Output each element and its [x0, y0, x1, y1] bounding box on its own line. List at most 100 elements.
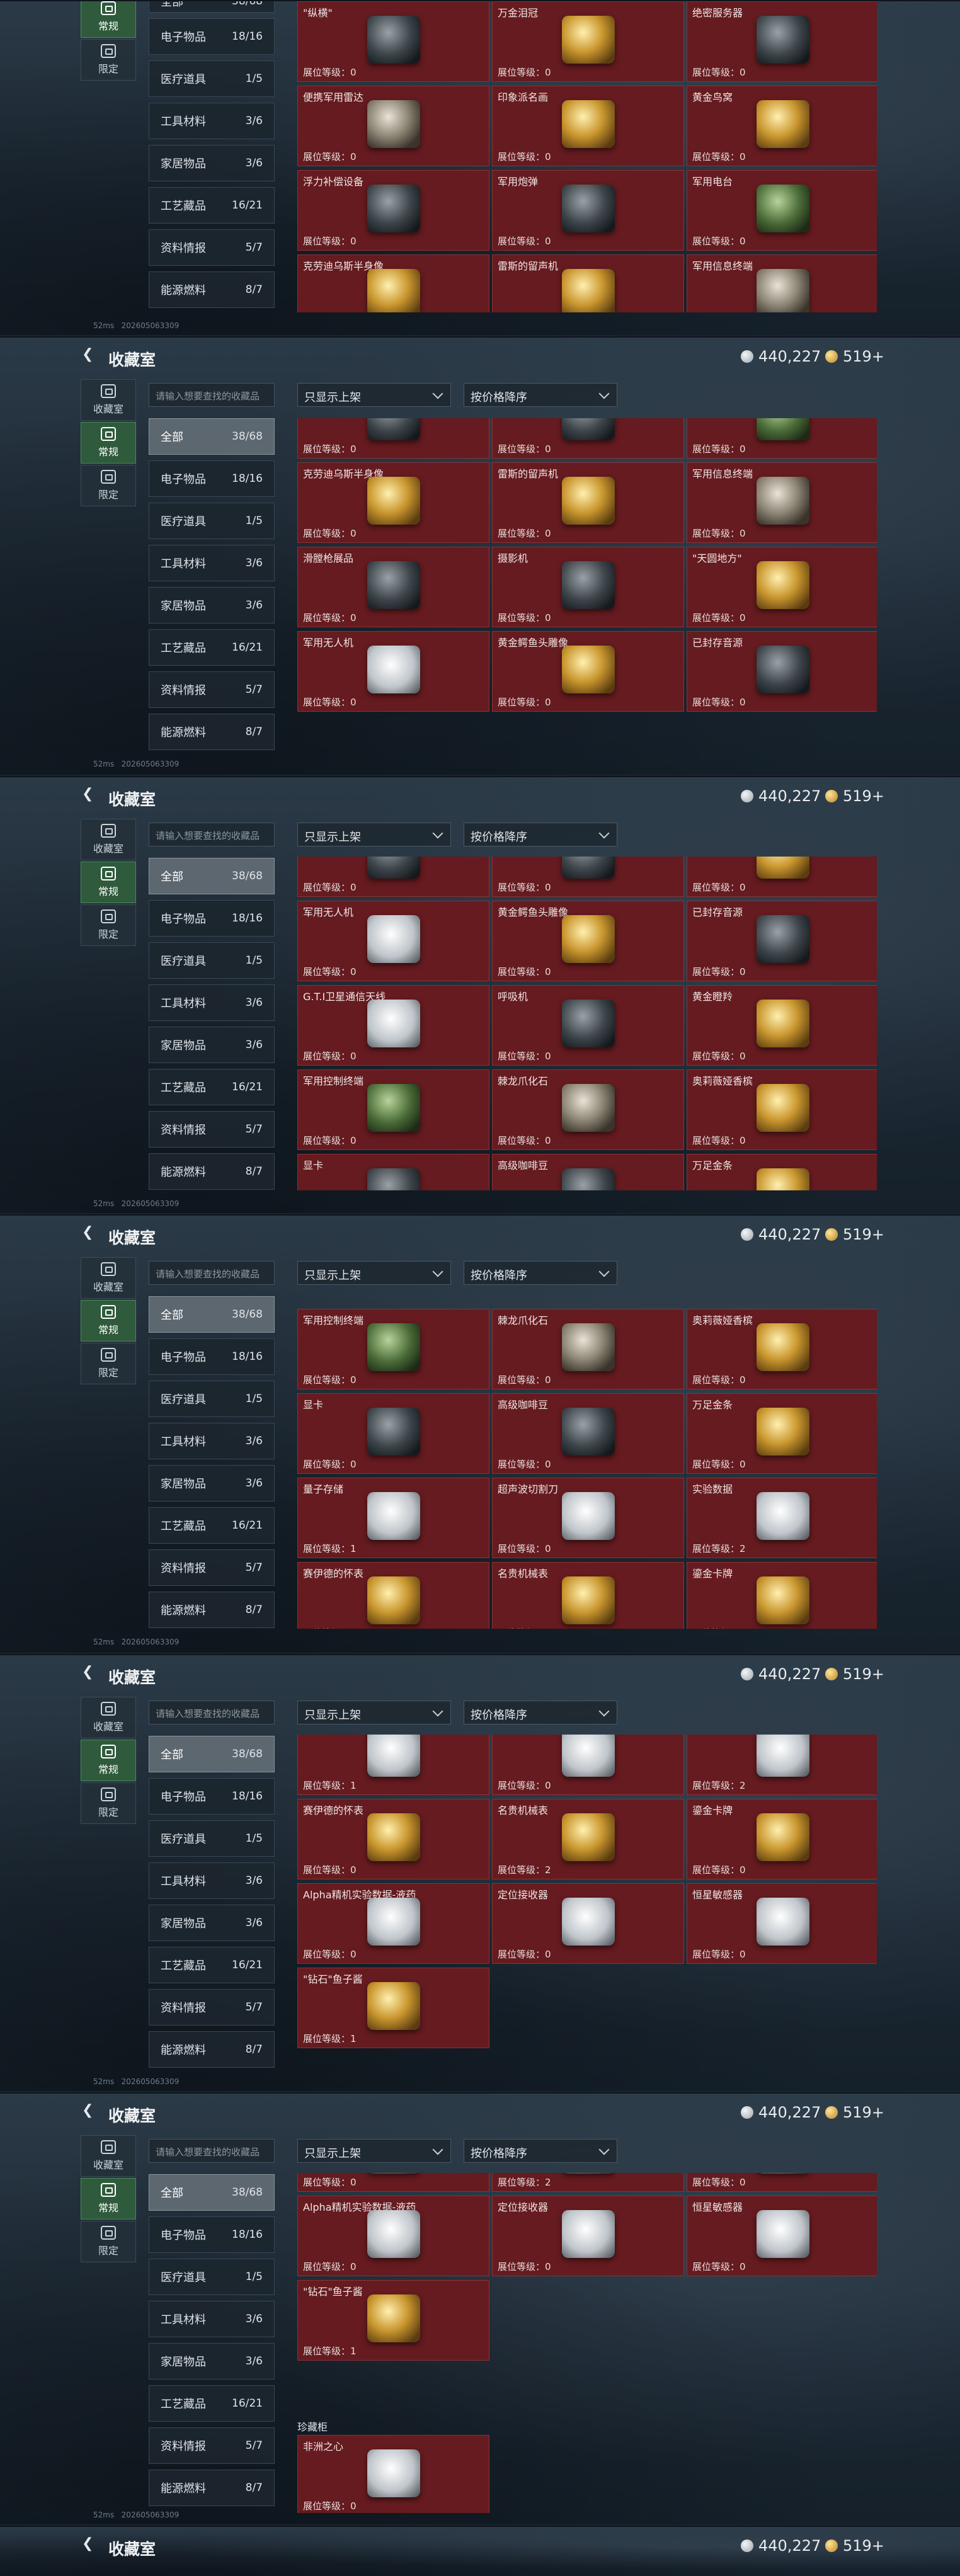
- item-card[interactable]: 克劳迪乌斯半身像展位等级：0: [297, 254, 489, 312]
- item-card[interactable]: 非洲之心 展位等级：0: [297, 2435, 489, 2513]
- search-input[interactable]: 请输入想要查找的收藏品: [149, 1701, 275, 1724]
- item-card[interactable]: 显卡展位等级：0: [297, 1154, 489, 1190]
- category-crafts[interactable]: 工艺藏品 16/21: [149, 629, 275, 666]
- category-electronics[interactable]: 电子物品 18/16: [149, 1338, 275, 1375]
- tab-collection[interactable]: 收藏室: [81, 1697, 136, 1738]
- item-card[interactable]: 军用控制终端 展位等级：0: [297, 1309, 489, 1389]
- item-card[interactable]: 军用无人机 展位等级：0: [297, 631, 489, 712]
- item-card[interactable]: 滑膛枪展品展位等级：0: [297, 857, 489, 897]
- item-card[interactable]: 高级咖啡豆展位等级：0: [492, 1393, 684, 1474]
- item-card[interactable]: 显卡展位等级：0: [297, 1393, 489, 1474]
- item-card[interactable]: 呼吸机 展位等级：0: [492, 985, 684, 1066]
- category-home[interactable]: 家居物品 3/6: [149, 587, 275, 624]
- back-arrow-icon[interactable]: ❮: [82, 2536, 93, 2551]
- item-card[interactable]: 已封存音源 展位等级：0: [687, 901, 877, 981]
- tab-collection[interactable]: 收藏室: [81, 819, 136, 860]
- category-home[interactable]: 家居物品 3/6: [149, 1465, 275, 1502]
- category-electronics[interactable]: 电子物品 18/16: [149, 460, 275, 497]
- category-crafts[interactable]: 工艺藏品 16/21: [149, 1069, 275, 1105]
- item-card[interactable]: 军用炮弹展位等级：0: [492, 170, 684, 251]
- back-arrow-icon[interactable]: ❮: [82, 1664, 93, 1680]
- sort-dropdown[interactable]: 按价格降序: [464, 1701, 617, 1724]
- category-all[interactable]: 全部 38/68: [149, 1, 275, 13]
- category-medical[interactable]: 医疗道具 1/5: [149, 2259, 275, 2295]
- category-intel[interactable]: 资料情报 5/7: [149, 2427, 275, 2464]
- item-card[interactable]: 便携军用雷达 展位等级：0: [297, 86, 489, 166]
- item-card[interactable]: 军用无人机 展位等级：0: [297, 901, 489, 981]
- back-arrow-icon[interactable]: ❮: [82, 346, 93, 362]
- item-card[interactable]: 实验数据展位等级：2: [687, 1735, 877, 1795]
- item-card[interactable]: 量子存储展位等级：1: [297, 1478, 489, 1558]
- item-card[interactable]: Alpha精机实验数据-液药 展位等级：0: [297, 1883, 489, 1964]
- item-card[interactable]: 赛伊德的怀表展位等级：0: [297, 1562, 489, 1629]
- category-crafts[interactable]: 工艺藏品 16/21: [149, 1947, 275, 1983]
- item-card[interactable]: 军用炮弹展位等级：0: [492, 418, 684, 459]
- category-crafts[interactable]: 工艺藏品 16/21: [149, 2385, 275, 2422]
- item-card[interactable]: 浮力补偿设备展位等级：0: [297, 418, 489, 459]
- back-arrow-icon[interactable]: ❮: [82, 786, 93, 802]
- sort-dropdown[interactable]: 按价格降序: [464, 2139, 617, 2163]
- item-card[interactable]: 绝密服务器 展位等级：0: [687, 1, 877, 82]
- listing-filter-dropdown[interactable]: 只显示上架: [297, 2139, 451, 2163]
- listing-filter-dropdown[interactable]: 只显示上架: [297, 383, 451, 407]
- category-electronics[interactable]: 电子物品 18/16: [149, 900, 275, 937]
- category-energy[interactable]: 能源燃料 8/7: [149, 2470, 275, 2506]
- category-crafts[interactable]: 工艺藏品 16/21: [149, 1507, 275, 1544]
- category-all[interactable]: 全部 38/68: [149, 858, 275, 894]
- item-card[interactable]: 超声波切割刀展位等级：0: [492, 1735, 684, 1795]
- sort-dropdown[interactable]: 按价格降序: [464, 383, 617, 407]
- item-card[interactable]: 量子存储展位等级：1: [297, 1735, 489, 1795]
- category-all[interactable]: 全部 38/68: [149, 2174, 275, 2211]
- category-tools[interactable]: 工具材料 3/6: [149, 1423, 275, 1459]
- category-home[interactable]: 家居物品 3/6: [149, 145, 275, 181]
- back-arrow-icon[interactable]: ❮: [82, 1224, 93, 1240]
- category-tools[interactable]: 工具材料 3/6: [149, 103, 275, 139]
- tab-regular[interactable]: 常规: [81, 862, 136, 903]
- item-card[interactable]: "天圆地方"展位等级：0: [687, 857, 877, 897]
- tab-regular[interactable]: 常规: [81, 1300, 136, 1342]
- category-intel[interactable]: 资料情报 5/7: [149, 1989, 275, 2026]
- tab-regular[interactable]: 常规: [81, 422, 136, 464]
- category-electronics[interactable]: 电子物品 18/16: [149, 1778, 275, 1815]
- category-energy[interactable]: 能源燃料 8/7: [149, 714, 275, 750]
- item-card[interactable]: 印象派名画 展位等级：0: [492, 86, 684, 166]
- category-intel[interactable]: 资料情报 5/7: [149, 1111, 275, 1148]
- category-energy[interactable]: 能源燃料 8/7: [149, 1153, 275, 1190]
- item-card[interactable]: 万足金条展位等级：0: [687, 1393, 877, 1474]
- category-all[interactable]: 全部 38/68: [149, 1736, 275, 1772]
- item-card[interactable]: 雷斯的留声机展位等级：0: [492, 254, 684, 312]
- search-input[interactable]: 请输入想要查找的收藏品: [149, 823, 275, 846]
- item-card[interactable]: 实验数据展位等级：2: [687, 1478, 877, 1558]
- search-input[interactable]: 请输入想要查找的收藏品: [149, 2139, 275, 2163]
- category-medical[interactable]: 医疗道具 1/5: [149, 503, 275, 539]
- item-card[interactable]: 高级咖啡豆展位等级：0: [492, 1154, 684, 1190]
- item-card[interactable]: 黄金瞪羚 展位等级：0: [687, 985, 877, 1066]
- listing-filter-dropdown[interactable]: 只显示上架: [297, 1261, 451, 1285]
- tab-collection[interactable]: 收藏室: [81, 1257, 136, 1299]
- category-medical[interactable]: 医疗道具 1/5: [149, 1381, 275, 1417]
- tab-limited[interactable]: 限定: [81, 1343, 136, 1384]
- category-home[interactable]: 家居物品 3/6: [149, 1027, 275, 1063]
- item-card[interactable]: 黄金鸟窝 展位等级：0: [687, 86, 877, 166]
- item-card[interactable]: 万金泪冠 展位等级：0: [492, 1, 684, 82]
- item-card[interactable]: 摄影机展位等级：0: [492, 857, 684, 897]
- item-card[interactable]: 雷斯的留声机展位等级：0: [492, 462, 684, 543]
- item-card[interactable]: 定位接收器 展位等级：0: [492, 1883, 684, 1964]
- category-medical[interactable]: 医疗道具 1/5: [149, 942, 275, 979]
- tab-limited[interactable]: 限定: [81, 465, 136, 506]
- item-card[interactable]: 军用信息终端展位等级：0: [687, 462, 877, 543]
- category-home[interactable]: 家居物品 3/6: [149, 1905, 275, 1941]
- item-card[interactable]: 克劳迪乌斯半身像展位等级：0: [297, 462, 489, 543]
- item-card[interactable]: 赛伊德的怀表展位等级：0: [297, 1799, 489, 1879]
- category-electronics[interactable]: 电子物品 18/16: [149, 18, 275, 55]
- item-card[interactable]: 滑膛枪展品展位等级：0: [297, 547, 489, 627]
- item-card[interactable]: 奥莉薇娅香槟 展位等级：0: [687, 1069, 877, 1150]
- item-card[interactable]: "钻石"鱼子酱 展位等级：1: [297, 1968, 489, 2048]
- sort-dropdown[interactable]: 按价格降序: [464, 1261, 617, 1285]
- item-card[interactable]: "纵横" 展位等级：0: [297, 1, 489, 82]
- item-card[interactable]: Alpha精机实验数据-液药 展位等级：0: [297, 2196, 489, 2276]
- category-electronics[interactable]: 电子物品 18/16: [149, 2216, 275, 2253]
- item-card[interactable]: 恒星敏感器 展位等级：0: [687, 2196, 877, 2276]
- category-intel[interactable]: 资料情报 5/7: [149, 1549, 275, 1586]
- item-card[interactable]: "钻石"鱼子酱 展位等级：1: [297, 2280, 489, 2361]
